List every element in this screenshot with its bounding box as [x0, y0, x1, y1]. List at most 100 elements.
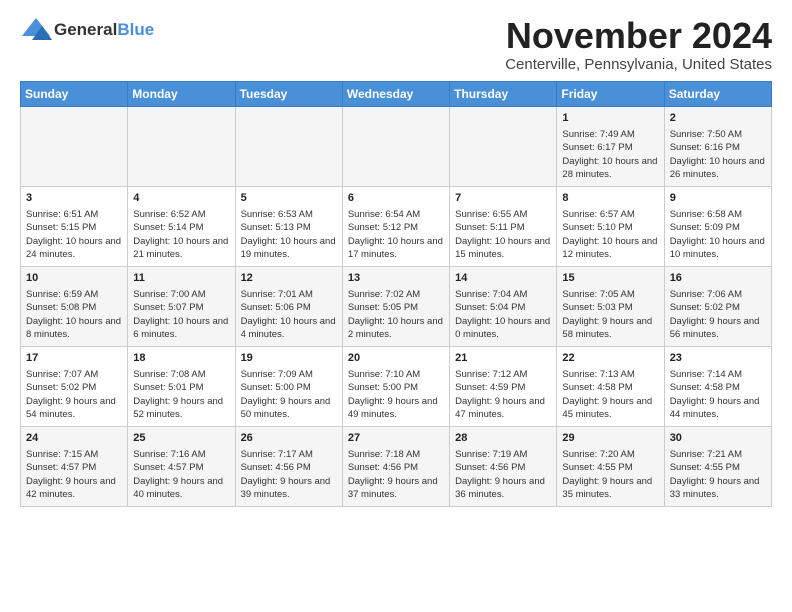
day-info: Sunrise: 7:14 AM Sunset: 4:58 PM Dayligh… — [670, 368, 766, 421]
day-cell: 14 Sunrise: 7:04 AM Sunset: 5:04 PM Dayli… — [450, 266, 557, 346]
day-info: Sunrise: 7:00 AM Sunset: 5:07 PM Dayligh… — [133, 288, 229, 341]
day-number: 16 — [670, 271, 766, 286]
day-number: 15 — [562, 271, 658, 286]
day-number: 29 — [562, 431, 658, 446]
day-number: 22 — [562, 351, 658, 366]
week-row-4: 17Sunrise: 7:07 AM Sunset: 5:02 PM Dayli… — [21, 346, 772, 426]
day-number: 8 — [562, 191, 658, 206]
day-cell — [450, 106, 557, 186]
calendar-body: 1 Sunrise: 7:49 AM Sunset: 6:17 PM Daylig… — [21, 106, 772, 506]
day-number: 11 — [133, 271, 229, 286]
day-cell: 2 Sunrise: 7:50 AM Sunset: 6:16 PM Daylig… — [664, 106, 771, 186]
day-number: 30 — [670, 431, 766, 446]
day-cell: 11 Sunrise: 7:00 AM Sunset: 5:07 PM Dayli… — [128, 266, 235, 346]
day-info: Sunrise: 6:54 AM Sunset: 5:12 PM Dayligh… — [348, 208, 444, 261]
day-number: 10 — [26, 271, 122, 286]
day-cell: 24 Sunrise: 7:15 AM Sunset: 4:57 PM Dayli… — [21, 426, 128, 506]
day-cell: 28Sunrise: 7:19 AM Sunset: 4:56 PM Dayli… — [450, 426, 557, 506]
col-sunday: Sunday — [21, 81, 128, 106]
col-wednesday: Wednesday — [342, 81, 449, 106]
day-cell: 27 Sunrise: 7:18 AM Sunset: 4:56 PM Dayli… — [342, 426, 449, 506]
day-number: 4 — [133, 191, 229, 206]
logo: GeneralBlue — [20, 16, 154, 44]
day-number: 24 — [26, 431, 122, 446]
day-cell: 1 Sunrise: 7:49 AM Sunset: 6:17 PM Daylig… — [557, 106, 664, 186]
day-info: Sunrise: 7:08 AM Sunset: 5:01 PM Dayligh… — [133, 368, 229, 421]
day-cell: 15 Sunrise: 7:05 AM Sunset: 5:03 PM Dayli… — [557, 266, 664, 346]
day-number: 13 — [348, 271, 444, 286]
day-cell: 25 Sunrise: 7:16 AM Sunset: 4:57 PM Dayli… — [128, 426, 235, 506]
day-info: Sunrise: 7:05 AM Sunset: 5:03 PM Dayligh… — [562, 288, 658, 341]
title-section: November 2024 Centerville, Pennsylvania,… — [505, 16, 772, 73]
day-cell: 7Sunrise: 6:55 AM Sunset: 5:11 PM Daylig… — [450, 186, 557, 266]
day-info: Sunrise: 6:58 AM Sunset: 5:09 PM Dayligh… — [670, 208, 766, 261]
day-number: 5 — [241, 191, 337, 206]
day-number: 1 — [562, 111, 658, 126]
location-title: Centerville, Pennsylvania, United States — [505, 56, 772, 73]
day-cell: 4 Sunrise: 6:52 AM Sunset: 5:14 PM Daylig… — [128, 186, 235, 266]
day-cell: 8 Sunrise: 6:57 AM Sunset: 5:10 PM Daylig… — [557, 186, 664, 266]
day-info: Sunrise: 6:53 AM Sunset: 5:13 PM Dayligh… — [241, 208, 337, 261]
day-cell: 26 Sunrise: 7:17 AM Sunset: 4:56 PM Dayli… — [235, 426, 342, 506]
day-cell: 13 Sunrise: 7:02 AM Sunset: 5:05 PM Dayli… — [342, 266, 449, 346]
day-cell: 16 Sunrise: 7:06 AM Sunset: 5:02 PM Dayli… — [664, 266, 771, 346]
day-cell — [235, 106, 342, 186]
day-number: 14 — [455, 271, 551, 286]
week-row-1: 1 Sunrise: 7:49 AM Sunset: 6:17 PM Daylig… — [21, 106, 772, 186]
day-cell: 9 Sunrise: 6:58 AM Sunset: 5:09 PM Daylig… — [664, 186, 771, 266]
day-info: Sunrise: 7:21 AM Sunset: 4:55 PM Dayligh… — [670, 448, 766, 501]
day-info: Sunrise: 7:50 AM Sunset: 6:16 PM Dayligh… — [670, 128, 766, 181]
day-number: 19 — [241, 351, 337, 366]
day-cell: 6Sunrise: 6:54 AM Sunset: 5:12 PM Daylig… — [342, 186, 449, 266]
day-cell: 12 Sunrise: 7:01 AM Sunset: 5:06 PM Dayli… — [235, 266, 342, 346]
day-number: 20 — [348, 351, 444, 366]
week-row-5: 24 Sunrise: 7:15 AM Sunset: 4:57 PM Dayli… — [21, 426, 772, 506]
day-number: 27 — [348, 431, 444, 446]
week-row-2: 3Sunrise: 6:51 AM Sunset: 5:15 PM Daylig… — [21, 186, 772, 266]
day-cell — [21, 106, 128, 186]
day-cell: 19Sunrise: 7:09 AM Sunset: 5:00 PM Dayli… — [235, 346, 342, 426]
col-tuesday: Tuesday — [235, 81, 342, 106]
day-number: 25 — [133, 431, 229, 446]
day-info: Sunrise: 7:18 AM Sunset: 4:56 PM Dayligh… — [348, 448, 444, 501]
day-number: 2 — [670, 111, 766, 126]
day-info: Sunrise: 6:52 AM Sunset: 5:14 PM Dayligh… — [133, 208, 229, 261]
day-info: Sunrise: 7:49 AM Sunset: 6:17 PM Dayligh… — [562, 128, 658, 181]
day-number: 17 — [26, 351, 122, 366]
header: GeneralBlue November 2024 Centerville, P… — [20, 16, 772, 73]
day-info: Sunrise: 7:17 AM Sunset: 4:56 PM Dayligh… — [241, 448, 337, 501]
day-number: 12 — [241, 271, 337, 286]
day-cell: 23Sunrise: 7:14 AM Sunset: 4:58 PM Dayli… — [664, 346, 771, 426]
logo-icon — [20, 16, 52, 44]
day-info: Sunrise: 7:01 AM Sunset: 5:06 PM Dayligh… — [241, 288, 337, 341]
day-number: 7 — [455, 191, 551, 206]
day-info: Sunrise: 7:15 AM Sunset: 4:57 PM Dayligh… — [26, 448, 122, 501]
day-cell: 29Sunrise: 7:20 AM Sunset: 4:55 PM Dayli… — [557, 426, 664, 506]
day-number: 18 — [133, 351, 229, 366]
day-info: Sunrise: 7:06 AM Sunset: 5:02 PM Dayligh… — [670, 288, 766, 341]
day-number: 26 — [241, 431, 337, 446]
day-cell — [128, 106, 235, 186]
day-info: Sunrise: 7:04 AM Sunset: 5:04 PM Dayligh… — [455, 288, 551, 341]
day-info: Sunrise: 7:10 AM Sunset: 5:00 PM Dayligh… — [348, 368, 444, 421]
page: GeneralBlue November 2024 Centerville, P… — [0, 0, 792, 517]
day-cell: 5 Sunrise: 6:53 AM Sunset: 5:13 PM Daylig… — [235, 186, 342, 266]
day-info: Sunrise: 6:51 AM Sunset: 5:15 PM Dayligh… — [26, 208, 122, 261]
header-row: Sunday Monday Tuesday Wednesday Thursday… — [21, 81, 772, 106]
col-thursday: Thursday — [450, 81, 557, 106]
day-info: Sunrise: 6:59 AM Sunset: 5:08 PM Dayligh… — [26, 288, 122, 341]
col-friday: Friday — [557, 81, 664, 106]
day-number: 21 — [455, 351, 551, 366]
day-info: Sunrise: 7:02 AM Sunset: 5:05 PM Dayligh… — [348, 288, 444, 341]
day-info: Sunrise: 7:19 AM Sunset: 4:56 PM Dayligh… — [455, 448, 551, 501]
day-info: Sunrise: 7:13 AM Sunset: 4:58 PM Dayligh… — [562, 368, 658, 421]
day-info: Sunrise: 7:16 AM Sunset: 4:57 PM Dayligh… — [133, 448, 229, 501]
day-cell: 20 Sunrise: 7:10 AM Sunset: 5:00 PM Dayli… — [342, 346, 449, 426]
day-number: 9 — [670, 191, 766, 206]
week-row-3: 10 Sunrise: 6:59 AM Sunset: 5:08 PM Dayli… — [21, 266, 772, 346]
day-cell: 3Sunrise: 6:51 AM Sunset: 5:15 PM Daylig… — [21, 186, 128, 266]
day-info: Sunrise: 6:57 AM Sunset: 5:10 PM Dayligh… — [562, 208, 658, 261]
day-cell: 22 Sunrise: 7:13 AM Sunset: 4:58 PM Dayli… — [557, 346, 664, 426]
month-title: November 2024 — [505, 16, 772, 56]
calendar-table: Sunday Monday Tuesday Wednesday Thursday… — [20, 81, 772, 507]
